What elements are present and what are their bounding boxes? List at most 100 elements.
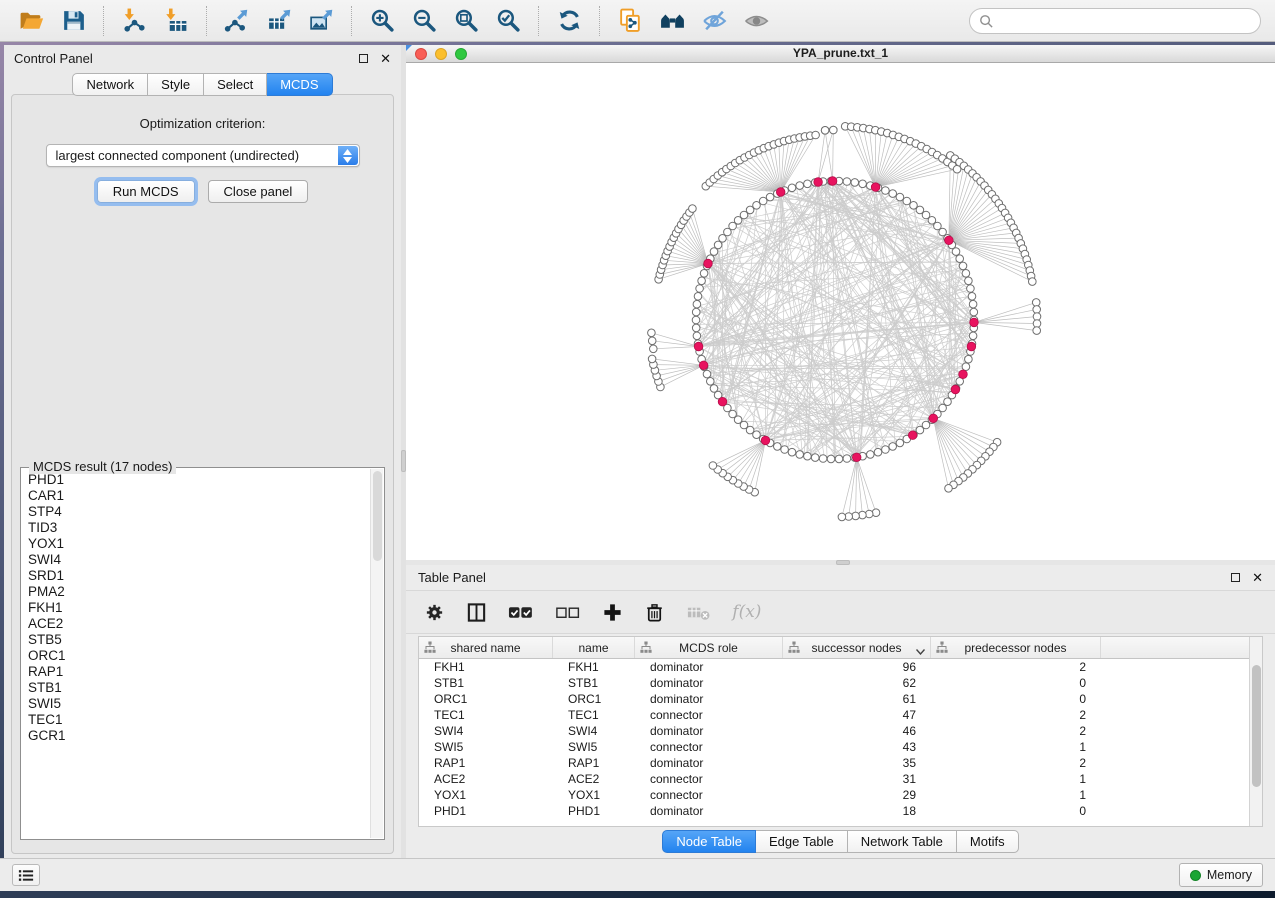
column-header-name[interactable]: name: [553, 637, 635, 658]
show-all-icon[interactable]: [741, 6, 771, 36]
result-node[interactable]: TID3: [28, 520, 369, 536]
clone-network-icon[interactable]: [615, 6, 645, 36]
add-column-icon[interactable]: [602, 600, 623, 624]
result-node[interactable]: SWI4: [28, 552, 369, 568]
result-scrollbar[interactable]: [370, 469, 383, 838]
import-table-icon[interactable]: [161, 6, 191, 36]
column-layout-icon[interactable]: [466, 600, 487, 624]
run-mcds-button[interactable]: Run MCDS: [97, 180, 195, 203]
cell-mcds_role: dominator: [635, 659, 783, 675]
tab-network[interactable]: Network: [72, 73, 148, 96]
result-node[interactable]: STB5: [28, 632, 369, 648]
result-node[interactable]: ACE2: [28, 616, 369, 632]
result-node[interactable]: TEC1: [28, 712, 369, 728]
sort-indicator-icon[interactable]: [916, 644, 925, 658]
table-row[interactable]: FKH1FKH1dominator962: [419, 659, 1249, 675]
table-row[interactable]: YOX1YOX1connector291: [419, 787, 1249, 803]
float-table-panel-icon[interactable]: [1231, 573, 1240, 582]
delete-column-icon[interactable]: [644, 600, 665, 624]
open-file-icon[interactable]: [16, 6, 46, 36]
table-row[interactable]: STB1STB1dominator620: [419, 675, 1249, 691]
table-scrollbar[interactable]: [1249, 637, 1262, 826]
column-header-MCDS-role[interactable]: MCDS role: [635, 637, 783, 658]
close-panel-icon[interactable]: ✕: [380, 54, 391, 63]
export-image-icon[interactable]: [306, 6, 336, 36]
tab-select[interactable]: Select: [204, 73, 267, 96]
zoom-in-icon[interactable]: [367, 6, 397, 36]
result-node[interactable]: FKH1: [28, 600, 369, 616]
result-node[interactable]: PMA2: [28, 584, 369, 600]
tab-style[interactable]: Style: [148, 73, 204, 96]
close-table-panel-icon[interactable]: ✕: [1252, 573, 1263, 582]
cell-shared_name: FKH1: [419, 659, 553, 675]
result-node[interactable]: ORC1: [28, 648, 369, 664]
float-panel-icon[interactable]: [359, 54, 368, 63]
tab-network-table[interactable]: Network Table: [848, 830, 957, 853]
window-close-icon[interactable]: [415, 48, 427, 60]
first-neighbors-icon[interactable]: [657, 6, 687, 36]
table-row[interactable]: RAP1RAP1dominator352: [419, 755, 1249, 771]
network-titlebar[interactable]: YPA_prune.txt_1: [406, 45, 1275, 63]
table-row[interactable]: SWI4SWI4dominator462: [419, 723, 1249, 739]
mcds-tab-content: Optimization criterion: largest connecte…: [11, 94, 394, 854]
cell-successor_nodes: 47: [783, 707, 931, 723]
column-type-icon: [788, 641, 800, 657]
network-canvas[interactable]: [406, 64, 1275, 560]
result-node[interactable]: PHD1: [28, 472, 369, 488]
result-node[interactable]: SWI5: [28, 696, 369, 712]
tab-edge-table[interactable]: Edge Table: [756, 830, 848, 853]
result-node[interactable]: STB1: [28, 680, 369, 696]
zoom-fit-icon[interactable]: [451, 6, 481, 36]
select-all-columns-icon[interactable]: [508, 600, 534, 624]
toolbar-separator: [103, 6, 104, 36]
control-panel-header: Control Panel ✕: [4, 45, 401, 71]
table-row[interactable]: ORC1ORC1dominator610: [419, 691, 1249, 707]
table-row[interactable]: TEC1TEC1connector472: [419, 707, 1249, 723]
table-row[interactable]: ACE2ACE2connector311: [419, 771, 1249, 787]
result-node[interactable]: SRD1: [28, 568, 369, 584]
delete-table-icon: [686, 600, 712, 624]
cell-name: RAP1: [553, 755, 635, 771]
cell-predecessor_nodes: 1: [931, 771, 1101, 787]
table-options-icon[interactable]: [424, 600, 445, 624]
search-input[interactable]: [999, 11, 1260, 31]
tab-mcds[interactable]: MCDS: [267, 73, 332, 96]
column-header-shared-name[interactable]: shared name: [419, 637, 553, 658]
scrollbar-thumb[interactable]: [1252, 665, 1261, 787]
memory-button[interactable]: Memory: [1179, 863, 1263, 887]
criterion-select[interactable]: largest connected component (undirected): [46, 144, 360, 167]
column-header-successor-nodes[interactable]: successor nodes: [783, 637, 931, 658]
result-node[interactable]: YOX1: [28, 536, 369, 552]
hide-selected-icon[interactable]: [699, 6, 729, 36]
window-minimize-icon[interactable]: [435, 48, 447, 60]
cell-mcds_role: connector: [635, 787, 783, 803]
save-session-icon[interactable]: [58, 6, 88, 36]
result-node[interactable]: CAR1: [28, 488, 369, 504]
tab-node-table[interactable]: Node Table: [662, 830, 756, 853]
result-node[interactable]: GCR1: [28, 728, 369, 744]
deselect-all-columns-icon[interactable]: [555, 600, 581, 624]
column-header-predecessor-nodes[interactable]: predecessor nodes: [931, 637, 1101, 658]
refresh-icon[interactable]: [554, 6, 584, 36]
cell-shared_name: SWI4: [419, 723, 553, 739]
close-panel-button[interactable]: Close panel: [208, 180, 309, 203]
task-history-button[interactable]: [12, 864, 40, 886]
cell-successor_nodes: 18: [783, 803, 931, 819]
import-network-icon[interactable]: [119, 6, 149, 36]
toolbar-separator: [538, 6, 539, 36]
result-node[interactable]: RAP1: [28, 664, 369, 680]
cell-mcds_role: dominator: [635, 755, 783, 771]
export-table-icon[interactable]: [264, 6, 294, 36]
window-maximize-icon[interactable]: [455, 48, 467, 60]
cell-name: FKH1: [553, 659, 635, 675]
optimization-criterion-label: Optimization criterion:: [12, 116, 393, 131]
zoom-selected-icon[interactable]: [493, 6, 523, 36]
tab-motifs[interactable]: Motifs: [957, 830, 1019, 853]
table-row[interactable]: SWI5SWI5connector431: [419, 739, 1249, 755]
zoom-out-icon[interactable]: [409, 6, 439, 36]
export-network-icon[interactable]: [222, 6, 252, 36]
search-box[interactable]: [969, 8, 1261, 34]
result-node[interactable]: STP4: [28, 504, 369, 520]
table-row[interactable]: PHD1PHD1dominator180: [419, 803, 1249, 819]
cell-name: STB1: [553, 675, 635, 691]
